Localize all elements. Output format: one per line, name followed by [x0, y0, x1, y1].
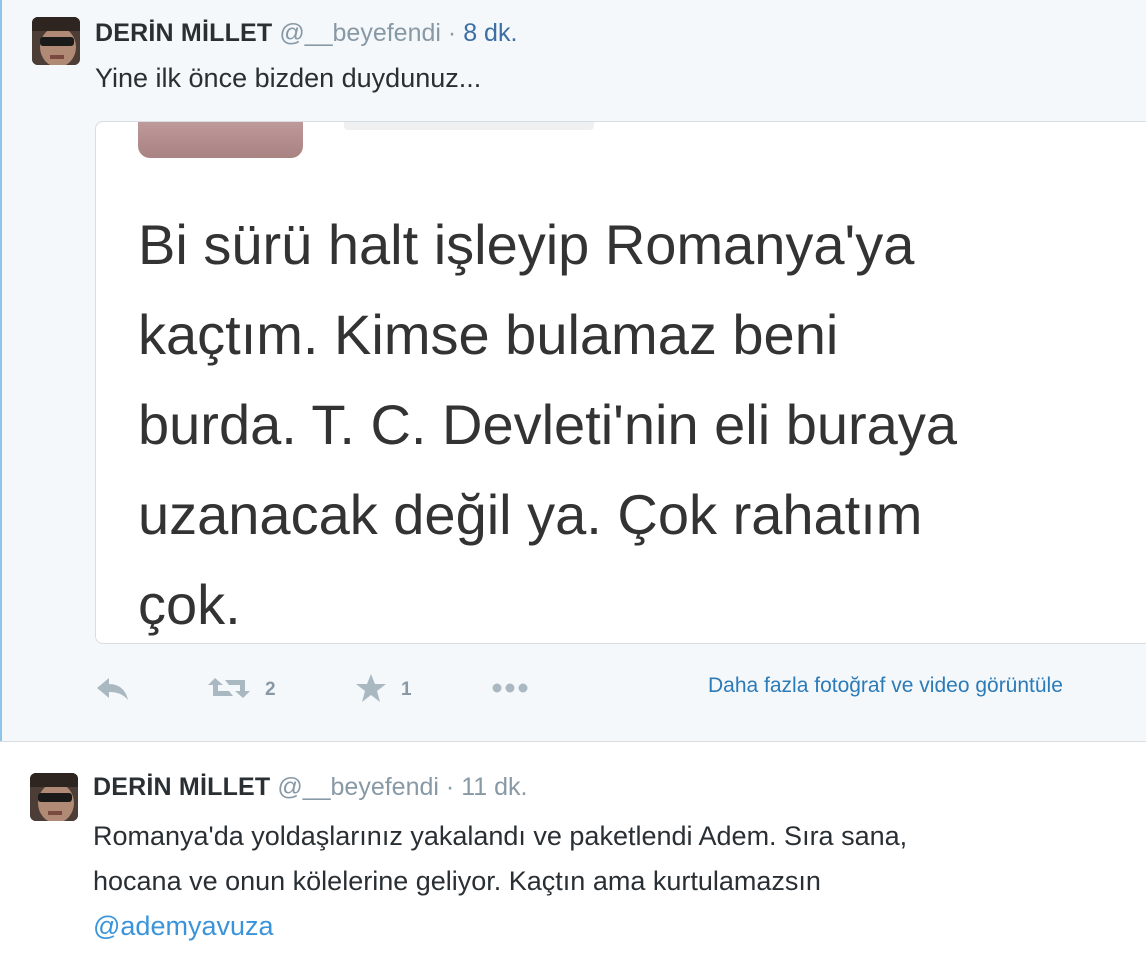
- media-faded-handle: [344, 122, 594, 130]
- header-separator: ·: [445, 773, 455, 801]
- tweet-highlighted[interactable]: DERİN MİLLET @__beyefendi · 8 dk. Yine i…: [0, 0, 1146, 741]
- tweet-header: DERİN MİLLET @__beyefendi · 8 dk.: [95, 17, 517, 49]
- avatar-image: [30, 773, 78, 821]
- tweet-header: DERİN MİLLET @__beyefendi · 11 dk.: [93, 771, 527, 803]
- tweet-timestamp[interactable]: 11 dk.: [461, 773, 527, 801]
- tweet-media-card[interactable]: Bi sürü halt işleyip Romanya'ya kaçtım. …: [95, 121, 1146, 644]
- more-button[interactable]: [491, 672, 531, 708]
- reply-button[interactable]: [95, 672, 131, 708]
- mention-link[interactable]: @ademyavuza: [93, 904, 1133, 949]
- media-avatar-image: [138, 122, 303, 158]
- avatar-image: [32, 17, 80, 65]
- tweet-text: Romanya'da yoldaşlarınız yakalandı ve pa…: [93, 814, 1133, 949]
- view-more-media-link[interactable]: Daha fazla fotoğraf ve video görüntüle: [708, 674, 1063, 698]
- tweet-actions: 2 1 Daha fazla fotoğraf ve video görüntü…: [95, 672, 1146, 708]
- favorite-button[interactable]: 1: [355, 672, 412, 708]
- tweet-text: Yine ilk önce bizden duydunuz...: [95, 63, 482, 93]
- author-name[interactable]: DERİN MİLLET: [93, 773, 270, 801]
- media-screenshot-text: Bi sürü halt işleyip Romanya'ya kaçtım. …: [138, 213, 957, 636]
- favorite-count: 1: [401, 679, 412, 700]
- tweet-timestamp[interactable]: 8 dk.: [463, 19, 517, 47]
- avatar[interactable]: [32, 17, 80, 65]
- tweet[interactable]: DERİN MİLLET @__beyefendi · 11 dk. Roman…: [0, 741, 1146, 958]
- reply-icon: [95, 674, 131, 707]
- retweet-icon: [207, 674, 251, 707]
- author-name[interactable]: DERİN MİLLET: [95, 19, 272, 47]
- retweet-button[interactable]: 2: [207, 672, 276, 708]
- retweet-count: 2: [265, 679, 276, 700]
- more-dots-icon: [491, 681, 531, 699]
- avatar[interactable]: [30, 773, 78, 821]
- star-icon: [355, 673, 387, 708]
- tweet-text-line: Romanya'da yoldaşlarınız yakalandı ve pa…: [93, 821, 908, 851]
- tweet-text-line: hocana ve onun kölelerine geliyor. Kaçtı…: [93, 866, 821, 896]
- header-separator: ·: [447, 19, 457, 47]
- author-handle[interactable]: @__beyefendi: [279, 19, 441, 47]
- author-handle[interactable]: @__beyefendi: [277, 773, 439, 801]
